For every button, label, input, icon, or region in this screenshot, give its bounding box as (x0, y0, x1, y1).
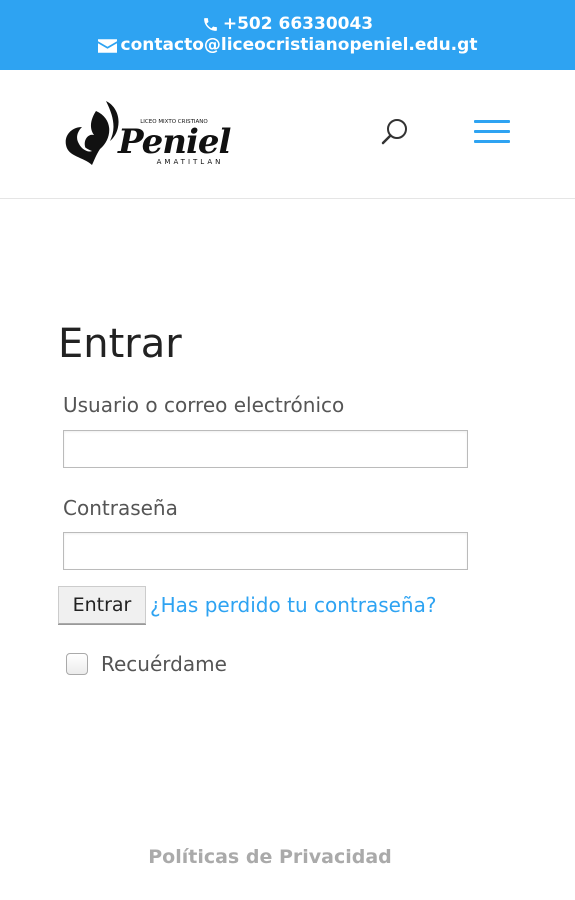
username-label: Usuario o correo electrónico (63, 393, 345, 417)
search-button[interactable] (380, 116, 412, 148)
email-row: contacto@liceocristianopeniel.edu.gt (0, 35, 575, 56)
password-label: Contraseña (63, 496, 178, 520)
remember-checkbox[interactable] (66, 653, 88, 675)
username-field[interactable] (63, 430, 468, 468)
remember-me: Recuérdame (66, 652, 227, 676)
envelope-icon (97, 38, 117, 53)
remember-label[interactable]: Recuérdame (101, 652, 227, 676)
phone-icon (203, 18, 217, 31)
page-title: Entrar (58, 321, 182, 367)
search-icon (381, 119, 407, 145)
flame-icon (65, 101, 119, 165)
site-logo[interactable]: LICEO MIXTO CRISTIANO Peniel AMATITLAN (62, 97, 258, 169)
login-form: Entrar Usuario o correo electrónico Cont… (58, 318, 478, 676)
login-button[interactable]: Entrar (58, 586, 146, 624)
email-address[interactable]: contacto@liceocristianopeniel.edu.gt (121, 35, 478, 56)
phone-number[interactable]: +502 66330043 (223, 14, 373, 35)
site-header: LICEO MIXTO CRISTIANO Peniel AMATITLAN (0, 70, 575, 199)
logo-city-text: AMATITLAN (157, 158, 224, 166)
phone-row: +502 66330043 (0, 14, 575, 35)
menu-button[interactable] (474, 120, 510, 146)
lost-password-link[interactable]: ¿Has perdido tu contraseña? (150, 593, 436, 617)
password-field[interactable] (63, 532, 468, 570)
menu-icon-bar (474, 130, 510, 133)
logo-script-text: Peniel (117, 122, 232, 162)
menu-icon (474, 120, 510, 123)
menu-icon-bar (474, 140, 510, 143)
privacy-policy-link[interactable]: Políticas de Privacidad (0, 846, 540, 868)
top-contact-bar: +502 66330043 contacto@liceocristianopen… (0, 0, 575, 70)
